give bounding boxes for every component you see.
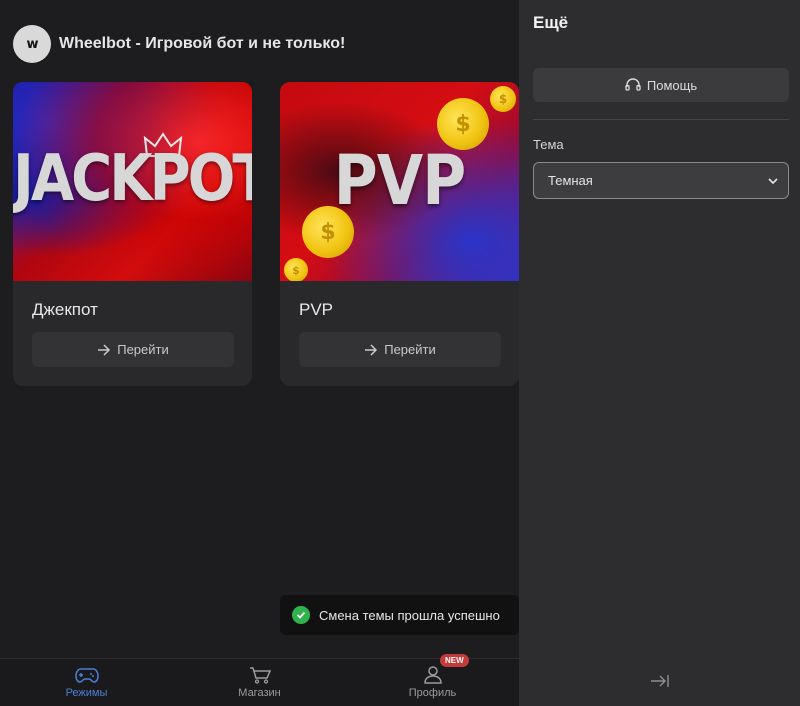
nav-label: Режимы — [65, 687, 108, 699]
header: w Wheelbot - Игровой бот и не только! — [13, 25, 345, 63]
nav-item-modes[interactable]: Режимы — [0, 659, 173, 706]
go-button[interactable]: Перейти — [32, 332, 234, 367]
nav-item-profile[interactable]: NEW Профиль — [346, 654, 519, 706]
theme-label: Тема — [533, 137, 564, 152]
headset-icon — [625, 78, 641, 91]
user-icon — [423, 666, 442, 684]
theme-select[interactable]: Темная — [533, 162, 789, 199]
help-button[interactable]: Помощь — [533, 68, 789, 102]
go-button-label: Перейти — [384, 342, 436, 357]
chevron-down-icon — [768, 177, 778, 184]
cart-icon — [249, 667, 271, 684]
coin-icon: $ — [284, 258, 308, 281]
main-app: w Wheelbot - Игровой бот и не только! JA… — [0, 0, 519, 706]
help-button-label: Помощь — [646, 77, 698, 93]
side-panel-more: Ещё Помощь Тема Темная — [519, 0, 800, 706]
app-title: Wheelbot - Игровой бот и не только! — [59, 35, 346, 52]
gamepad-icon — [74, 668, 99, 683]
new-badge: NEW — [440, 654, 469, 667]
arrow-right-icon — [365, 343, 378, 356]
success-toast[interactable]: Смена темы прошла успешно — [280, 595, 519, 635]
collapse-panel-icon[interactable] — [650, 672, 670, 690]
nav-item-shop[interactable]: Магазин — [173, 659, 346, 706]
banner-text: PVP — [333, 140, 466, 222]
theme-select-value: Темная — [548, 173, 593, 188]
mode-card-pvp[interactable]: $ $ $ $ PVP PVP Перейти — [280, 82, 519, 386]
mode-card-jackpot[interactable]: JACKPOT Джекпот Перейти — [13, 82, 252, 386]
bot-avatar[interactable]: w — [13, 25, 51, 63]
coin-icon: $ — [490, 86, 516, 112]
toast-message: Смена темы прошла успешно — [319, 607, 500, 623]
check-circle-icon — [292, 606, 310, 624]
arrow-right-icon — [98, 343, 111, 356]
jackpot-banner-image[interactable]: JACKPOT — [13, 82, 252, 281]
panel-title: Ещё — [533, 13, 569, 32]
banner-text: JACKPOT — [13, 141, 252, 216]
divider — [533, 119, 789, 120]
bottom-nav: Режимы Магазин NEW Профиль — [0, 654, 519, 706]
pvp-banner-image[interactable]: $ $ $ $ PVP — [280, 82, 519, 281]
go-button[interactable]: Перейти — [299, 332, 501, 367]
logo-letter: w — [26, 36, 38, 52]
card-title: Джекпот — [32, 300, 98, 319]
nav-label: Профиль — [408, 687, 457, 699]
nav-label: Магазин — [238, 687, 281, 699]
go-button-label: Перейти — [117, 342, 169, 357]
card-title: PVP — [299, 300, 334, 319]
